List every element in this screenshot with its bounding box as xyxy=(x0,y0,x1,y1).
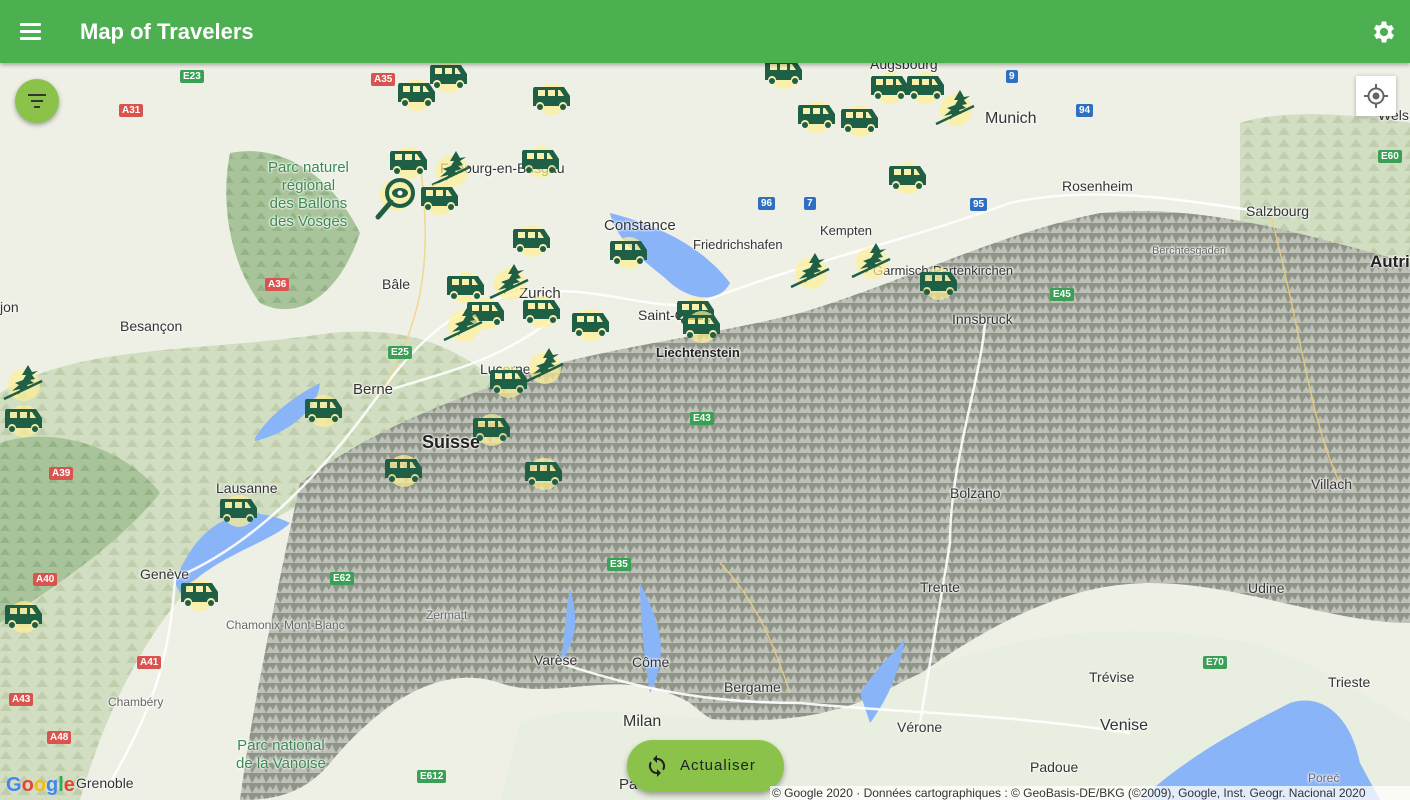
city-label: Trente xyxy=(920,579,960,595)
hamburger-menu-icon[interactable] xyxy=(14,14,48,48)
city-label: Trieste xyxy=(1328,674,1371,690)
city-label: Villach xyxy=(1311,476,1352,492)
map-terrain xyxy=(0,63,1410,800)
city-label: Padoue xyxy=(1030,759,1079,775)
city-label: Vérone xyxy=(897,719,943,735)
traveler-marker-van-icon[interactable] xyxy=(468,408,516,448)
filter-icon xyxy=(28,94,46,108)
traveler-marker-van-icon[interactable] xyxy=(0,595,48,635)
city-label: Poreč xyxy=(1308,771,1340,785)
traveler-marker-van-icon[interactable] xyxy=(215,489,263,529)
city-label: Kempten xyxy=(820,223,873,238)
road-shield: 94 xyxy=(1076,104,1094,117)
traveler-marker-van-icon[interactable] xyxy=(760,63,808,91)
road-shield: E25 xyxy=(388,346,412,359)
map-attribution[interactable]: © Google 2020 · Données cartographiques … xyxy=(770,786,1410,800)
road-shield: E23 xyxy=(180,70,204,83)
road-shield: E62 xyxy=(330,572,354,585)
city-label: Udine xyxy=(1248,580,1285,596)
traveler-marker-van-icon[interactable] xyxy=(0,399,48,439)
city-label: Bolzano xyxy=(950,485,1001,501)
filter-button[interactable] xyxy=(15,79,59,123)
road-shield: A48 xyxy=(47,731,72,744)
road-shield: E45 xyxy=(1050,288,1074,301)
google-logo: Google xyxy=(6,774,75,796)
refresh-label: Actualiser xyxy=(680,757,756,774)
refresh-icon xyxy=(648,755,666,777)
city-label: Berchtesgaden xyxy=(1152,245,1226,257)
road-shield: A31 xyxy=(119,104,144,117)
traveler-marker-witch-icon[interactable] xyxy=(440,304,488,344)
country-label: Autri xyxy=(1370,252,1410,271)
traveler-marker-witch-icon[interactable] xyxy=(0,363,48,403)
gear-icon[interactable] xyxy=(1370,18,1398,46)
app-bar: Map of Travelers xyxy=(0,0,1410,63)
city-label: Munich xyxy=(985,110,1037,127)
city-label: Venise xyxy=(1100,717,1149,734)
city-label: Grenoble xyxy=(76,775,134,791)
traveler-marker-van-icon[interactable] xyxy=(508,219,556,259)
city-label: Besançon xyxy=(120,318,183,334)
road-shield: A41 xyxy=(137,656,162,669)
road-shield: A43 xyxy=(9,693,34,706)
traveler-marker-witch-icon[interactable] xyxy=(787,251,835,291)
traveler-marker-magnifier-eye-icon[interactable] xyxy=(372,173,420,220)
city-label: Berne xyxy=(353,381,394,398)
my-location-button[interactable] xyxy=(1356,76,1396,116)
map-view[interactable]: Augsbourg Munich Rosenheim Salzbourg Wel… xyxy=(0,63,1410,800)
traveler-marker-van-icon[interactable] xyxy=(176,573,224,613)
traveler-marker-van-icon[interactable] xyxy=(884,156,932,196)
city-label: Rosenheim xyxy=(1062,178,1133,194)
city-label: Trévise xyxy=(1089,669,1135,685)
road-shield: 96 xyxy=(758,197,776,210)
road-shield: E35 xyxy=(607,558,631,571)
traveler-marker-van-icon[interactable] xyxy=(915,262,963,302)
city-label: Chambéry xyxy=(108,695,164,709)
traveler-marker-van-icon[interactable] xyxy=(393,73,441,113)
traveler-marker-van-icon[interactable] xyxy=(528,77,576,117)
city-label: Bâle xyxy=(382,276,411,292)
traveler-marker-van-icon[interactable] xyxy=(836,99,884,139)
road-shield: 7 xyxy=(804,197,816,210)
traveler-marker-witch-icon[interactable] xyxy=(932,88,980,128)
traveler-marker-van-icon[interactable] xyxy=(416,177,464,217)
page-title: Map of Travelers xyxy=(80,19,254,44)
road-shield: E60 xyxy=(1378,150,1402,163)
traveler-marker-van-icon[interactable] xyxy=(517,140,565,180)
road-shield: E612 xyxy=(417,770,447,783)
road-shield: E43 xyxy=(690,412,714,425)
traveler-marker-van-icon[interactable] xyxy=(678,305,726,345)
refresh-button[interactable]: Actualiser xyxy=(627,740,784,792)
city-label: Côme xyxy=(632,654,670,670)
city-label: Varèse xyxy=(534,652,578,668)
country-label: Liechtenstein xyxy=(656,345,740,360)
traveler-marker-van-icon[interactable] xyxy=(567,303,615,343)
road-shield: A40 xyxy=(33,573,58,586)
city-label: Salzbourg xyxy=(1246,203,1310,219)
road-shield: A39 xyxy=(49,467,74,480)
road-shield: A36 xyxy=(265,278,290,291)
traveler-marker-van-icon[interactable] xyxy=(605,231,653,271)
city-label: Zermatt xyxy=(426,608,468,622)
traveler-marker-van-icon[interactable] xyxy=(518,290,566,330)
park-label: Parc national de la Vanoise xyxy=(236,737,326,772)
traveler-marker-witch-icon[interactable] xyxy=(521,346,569,386)
city-label: Chamonix-Mont-Blanc xyxy=(226,618,345,632)
city-label: Friedrichshafen xyxy=(693,237,783,252)
traveler-marker-witch-icon[interactable] xyxy=(848,241,896,281)
traveler-marker-van-icon[interactable] xyxy=(300,389,348,429)
road-shield: 95 xyxy=(970,198,988,211)
city-label: Innsbruck xyxy=(952,311,1013,327)
road-shield: 9 xyxy=(1006,70,1018,83)
city-label: Milan xyxy=(623,713,662,730)
my-location-icon xyxy=(1364,84,1388,108)
city-label: jon xyxy=(0,299,19,315)
park-label: Parc naturel régional des Ballons des Vo… xyxy=(268,159,349,230)
traveler-marker-van-icon[interactable] xyxy=(520,452,568,492)
road-shield: A35 xyxy=(371,73,396,86)
traveler-marker-van-icon[interactable] xyxy=(793,95,841,135)
traveler-marker-van-icon[interactable] xyxy=(380,449,428,489)
city-label: Bergame xyxy=(724,679,781,695)
road-shield: E70 xyxy=(1203,656,1227,669)
